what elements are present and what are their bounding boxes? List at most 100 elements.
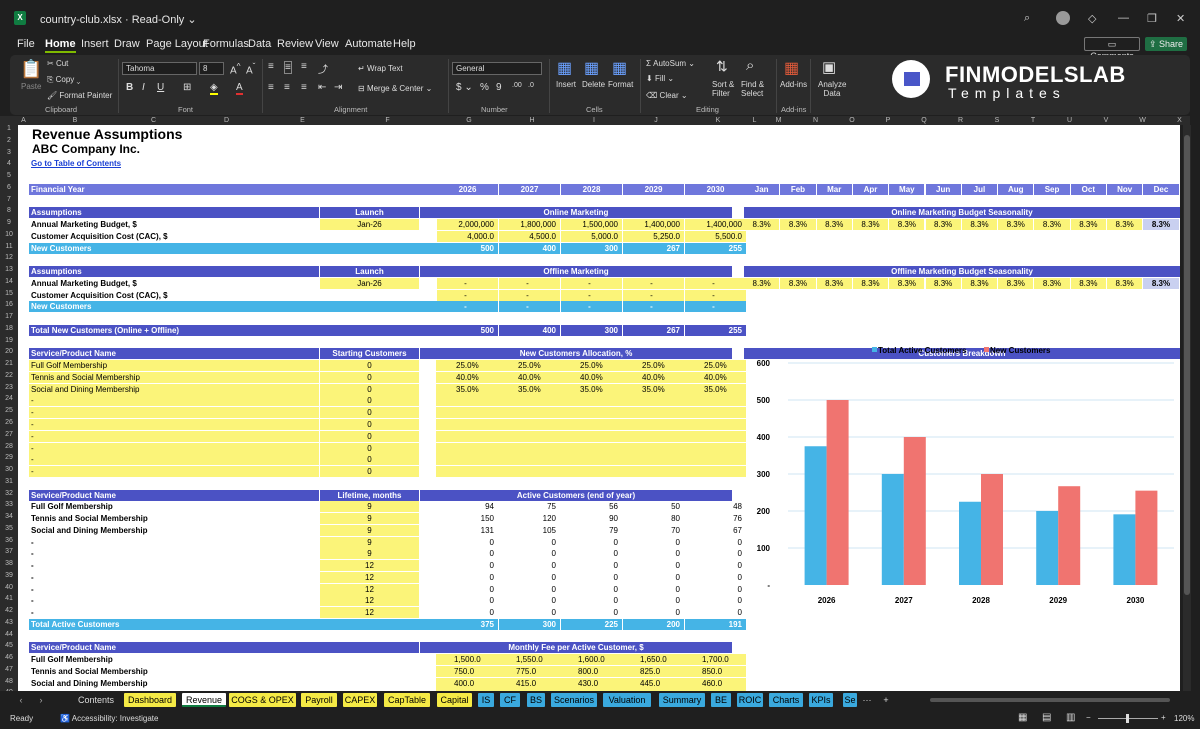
tab-contents[interactable]: Contents xyxy=(70,693,122,707)
row-header[interactable]: 24 xyxy=(0,395,18,402)
allocation-cell[interactable]: 35.0% xyxy=(622,383,684,395)
row-header[interactable]: 40 xyxy=(0,584,18,591)
menu-file[interactable]: File xyxy=(17,38,35,50)
monthly-fee-cell[interactable]: 445.0 xyxy=(622,677,684,689)
seasonality-cell[interactable]: 8.3% xyxy=(780,219,816,231)
seasonality-cell[interactable]: 8.3% xyxy=(1143,277,1179,289)
seasonality-cell[interactable]: 8.3% xyxy=(1034,277,1070,289)
column-header[interactable]: P xyxy=(870,116,906,125)
monthly-fee-cell[interactable]: 750.0 xyxy=(436,665,498,677)
fill-color-icon[interactable]: ◈ xyxy=(210,82,218,95)
column-header[interactable]: X xyxy=(1161,116,1198,125)
tab-se[interactable]: Se xyxy=(843,693,857,707)
column-header[interactable]: S xyxy=(979,116,1015,125)
underline-icon[interactable]: U xyxy=(157,82,164,93)
increase-font-icon[interactable]: A^ xyxy=(230,61,241,76)
product-name[interactable]: - xyxy=(29,454,319,466)
budget-cell[interactable]: 1,800,000 xyxy=(499,219,560,231)
toc-link[interactable]: Go to Table of Contents xyxy=(31,158,121,169)
tab-dashboard[interactable]: Dashboard xyxy=(124,693,176,707)
starting-customers-cell[interactable]: 0 xyxy=(320,395,419,407)
delete-cells-icon[interactable]: ▦ xyxy=(584,58,599,78)
allocation-cell[interactable] xyxy=(498,466,560,478)
product-name[interactable]: Tennis and Social Membership xyxy=(29,371,319,383)
cac-cell[interactable]: 5,250.0 xyxy=(623,230,684,242)
starting-customers-cell[interactable]: 0 xyxy=(320,407,419,419)
budget-cell[interactable]: 1,400,000 xyxy=(685,219,746,231)
allocation-cell[interactable] xyxy=(622,442,684,454)
product-name[interactable]: Full Golf Membership xyxy=(29,360,319,372)
seasonality-cell[interactable]: 8.3% xyxy=(1107,277,1143,289)
bold-icon[interactable]: B xyxy=(126,82,133,93)
launch-cell[interactable]: Jan-26 xyxy=(320,277,419,289)
row-header[interactable]: 22 xyxy=(0,372,18,379)
horizontal-scrollbar[interactable] xyxy=(930,698,1170,702)
insert-cells-icon[interactable]: ▦ xyxy=(557,58,572,78)
monthly-fee-cell[interactable]: 1,500.0 xyxy=(436,654,498,666)
zoom-out-icon[interactable]: − xyxy=(1086,713,1091,722)
row-header[interactable]: 26 xyxy=(0,419,18,426)
row-header[interactable]: 29 xyxy=(0,454,18,461)
orientation-icon[interactable]: ⤴ xyxy=(318,61,328,76)
close-icon[interactable]: ✕ xyxy=(1176,12,1185,25)
seasonality-cell[interactable]: 8.3% xyxy=(961,219,998,231)
monthly-fee-cell[interactable]: 1,600.0 xyxy=(560,654,622,666)
allocation-cell[interactable] xyxy=(436,395,498,407)
autosum-button[interactable]: Σ AutoSum ⌄ xyxy=(646,59,695,68)
align-right-icon[interactable]: ≡ xyxy=(301,82,307,93)
worksheet-grid[interactable]: Revenue Assumptions ABC Company Inc. Go … xyxy=(18,125,1180,691)
row-header[interactable]: 42 xyxy=(0,607,18,614)
currency-icon[interactable]: $ ⌄ xyxy=(456,82,473,93)
tab-capital[interactable]: Capital xyxy=(437,693,472,707)
menu-formulas[interactable]: Formulas xyxy=(203,38,249,50)
allocation-cell[interactable]: 40.0% xyxy=(436,371,498,383)
cut-button[interactable]: ✂ Cut xyxy=(47,59,68,68)
row-header[interactable]: 32 xyxy=(0,490,18,497)
starting-customers-cell[interactable]: 0 xyxy=(320,360,419,372)
monthly-fee-cell[interactable]: 825.0 xyxy=(622,665,684,677)
increase-decimal-icon[interactable]: .00 xyxy=(512,82,522,89)
decrease-indent-icon[interactable]: ⇤ xyxy=(318,82,326,93)
column-header[interactable]: W xyxy=(1124,116,1161,125)
row-header[interactable]: 18 xyxy=(0,325,18,332)
lifetime-cell[interactable]: 9 xyxy=(320,513,419,525)
seasonality-cell[interactable]: 8.3% xyxy=(925,277,961,289)
analyze-data-icon[interactable]: ▣ xyxy=(822,58,836,76)
row-header[interactable]: 7 xyxy=(0,196,18,203)
row-header[interactable]: 13 xyxy=(0,266,18,273)
budget-cell[interactable]: 2,000,000 xyxy=(437,219,498,231)
starting-customers-cell[interactable]: 0 xyxy=(320,371,419,383)
tab-scroll-right-icon[interactable]: › xyxy=(36,693,46,707)
column-header[interactable]: K xyxy=(687,116,749,125)
allocation-cell[interactable]: 40.0% xyxy=(684,371,746,383)
monthly-fee-cell[interactable]: 1,650.0 xyxy=(622,654,684,666)
row-header[interactable]: 15 xyxy=(0,290,18,297)
seasonality-cell[interactable]: 8.3% xyxy=(1070,277,1106,289)
tab-charts[interactable]: Charts xyxy=(769,693,803,707)
monthly-fee-cell[interactable]: 850.0 xyxy=(684,665,746,677)
italic-icon[interactable]: I xyxy=(142,82,145,93)
row-header[interactable]: 33 xyxy=(0,501,18,508)
fill-button[interactable]: ⬇ Fill ⌄ xyxy=(646,74,674,83)
seasonality-cell[interactable]: 8.3% xyxy=(1034,219,1070,231)
allocation-cell[interactable]: 40.0% xyxy=(498,371,560,383)
column-header[interactable]: Q xyxy=(906,116,942,125)
allocation-cell[interactable]: 25.0% xyxy=(560,360,622,372)
row-header[interactable]: 44 xyxy=(0,631,18,638)
delete-button[interactable]: Delete xyxy=(582,80,605,89)
align-left-icon[interactable]: ≡ xyxy=(268,82,274,93)
sort-filter-icon[interactable]: ⇅ xyxy=(716,58,728,75)
allocation-cell[interactable] xyxy=(560,395,622,407)
font-color-icon[interactable]: A xyxy=(236,82,243,95)
column-header[interactable]: O xyxy=(834,116,870,125)
budget-cell[interactable]: 1,400,000 xyxy=(623,219,684,231)
cac-cell[interactable]: - xyxy=(685,289,746,301)
allocation-cell[interactable] xyxy=(684,454,746,466)
column-header[interactable]: U xyxy=(1051,116,1088,125)
insert-button[interactable]: Insert xyxy=(556,80,576,89)
cac-cell[interactable]: - xyxy=(437,289,498,301)
allocation-cell[interactable]: 40.0% xyxy=(622,371,684,383)
font-name-select[interactable]: Tahoma xyxy=(122,62,197,75)
column-header[interactable]: B xyxy=(29,116,121,125)
row-header[interactable]: 36 xyxy=(0,537,18,544)
